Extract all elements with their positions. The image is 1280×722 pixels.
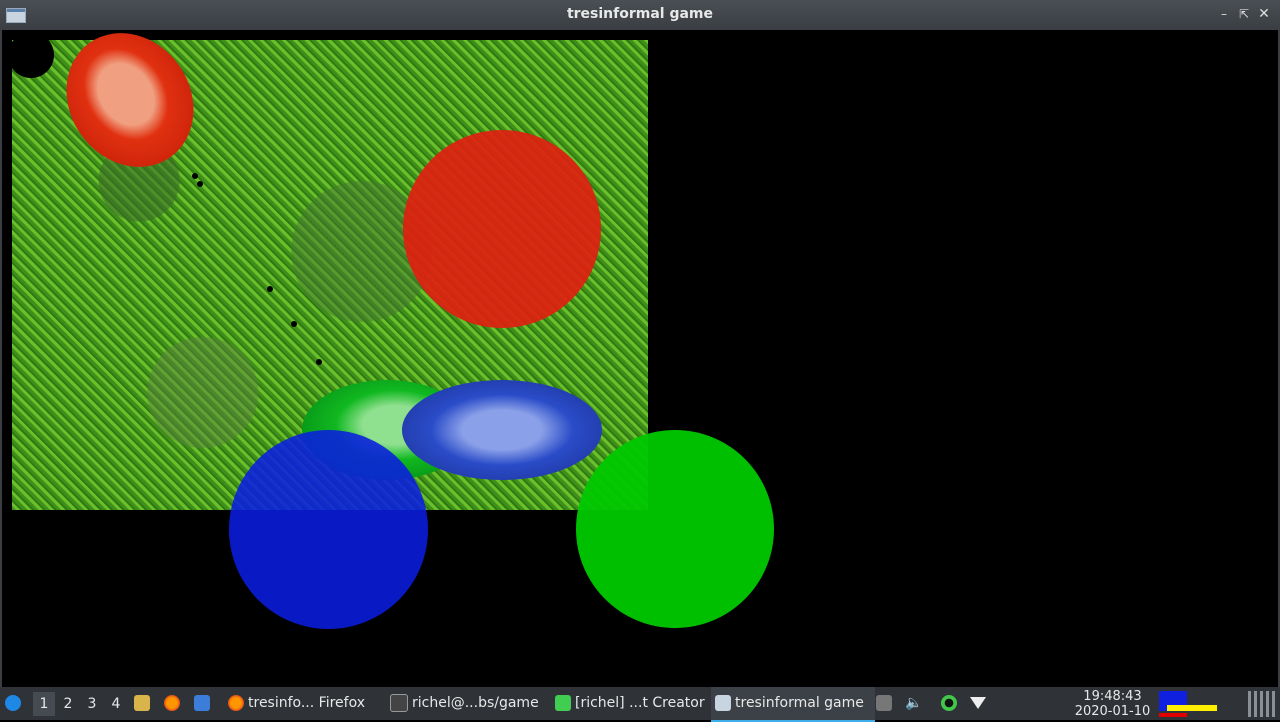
clock-time: 19:48:43 bbox=[1083, 689, 1142, 704]
taskbar: 1 2 3 4 tresinfo... Firefox richel@...bs… bbox=[0, 687, 1280, 722]
clock-date: 2020-01-10 bbox=[1074, 704, 1151, 719]
cpu-graph-red bbox=[1159, 713, 1187, 717]
app-menu-button[interactable] bbox=[5, 687, 25, 720]
firefox-icon bbox=[228, 695, 244, 711]
window-icon bbox=[715, 695, 731, 711]
desktop-icon bbox=[194, 695, 210, 711]
qt-creator-icon bbox=[555, 695, 571, 711]
projectile bbox=[197, 181, 203, 187]
blue-food-circle bbox=[229, 430, 428, 629]
black-blob bbox=[8, 32, 54, 78]
update-icon bbox=[941, 695, 957, 711]
game-canvas[interactable] bbox=[0, 8, 1280, 687]
overflow-handle[interactable] bbox=[1248, 691, 1276, 717]
window-title: tresinformal game bbox=[566, 6, 714, 22]
red-food-circle bbox=[403, 130, 601, 328]
projectile bbox=[267, 286, 273, 292]
maximize-button[interactable]: ⇱ bbox=[1236, 6, 1252, 22]
task-firefox[interactable]: tresinfo... Firefox bbox=[224, 687, 369, 720]
cpu-monitor bbox=[1159, 689, 1219, 719]
desktop-4[interactable]: 4 bbox=[105, 692, 127, 716]
file-manager-icon bbox=[134, 695, 150, 711]
close-button[interactable]: ✕ bbox=[1256, 6, 1272, 22]
task-label: [richel] ...t Creator bbox=[575, 695, 705, 711]
desktop-1[interactable]: 1 bbox=[33, 692, 55, 716]
speaker-icon: 🔈 bbox=[905, 695, 923, 711]
projectile bbox=[316, 359, 322, 365]
task-label: richel@...bs/game bbox=[412, 695, 539, 711]
cpu-graph-yellow bbox=[1167, 705, 1217, 711]
firefox-launcher[interactable] bbox=[164, 687, 184, 720]
show-desktop-launcher[interactable] bbox=[194, 687, 214, 720]
projectile bbox=[192, 173, 198, 179]
firefox-icon bbox=[164, 695, 180, 711]
minimize-button[interactable]: – bbox=[1216, 6, 1232, 22]
eject-button[interactable] bbox=[876, 687, 896, 720]
green-food-circle bbox=[576, 430, 774, 628]
projectile bbox=[291, 321, 297, 327]
window-titlebar[interactable]: tresinformal game – ⇱ ✕ bbox=[0, 0, 1280, 30]
task-label: tresinfo... Firefox bbox=[248, 695, 365, 711]
task-qt-creator[interactable]: [richel] ...t Creator bbox=[551, 687, 709, 720]
task-terminal[interactable]: richel@...bs/game bbox=[386, 687, 543, 720]
task-label: tresinformal game bbox=[735, 695, 864, 711]
lubuntu-logo-icon bbox=[5, 695, 21, 711]
network-button[interactable] bbox=[970, 687, 990, 720]
eject-icon bbox=[876, 695, 892, 711]
wifi-icon bbox=[970, 697, 986, 709]
desktop-2[interactable]: 2 bbox=[57, 692, 79, 716]
clock[interactable]: 19:48:43 2020-01-10 bbox=[1070, 689, 1155, 719]
desktop-3[interactable]: 3 bbox=[81, 692, 103, 716]
update-notifier[interactable] bbox=[941, 687, 961, 720]
volume-button[interactable]: 🔈 bbox=[905, 687, 925, 720]
file-manager-launcher[interactable] bbox=[134, 687, 154, 720]
player-blue bbox=[402, 380, 602, 480]
terminal-icon bbox=[390, 694, 408, 712]
task-tresinformal-game[interactable]: tresinformal game bbox=[711, 687, 875, 722]
